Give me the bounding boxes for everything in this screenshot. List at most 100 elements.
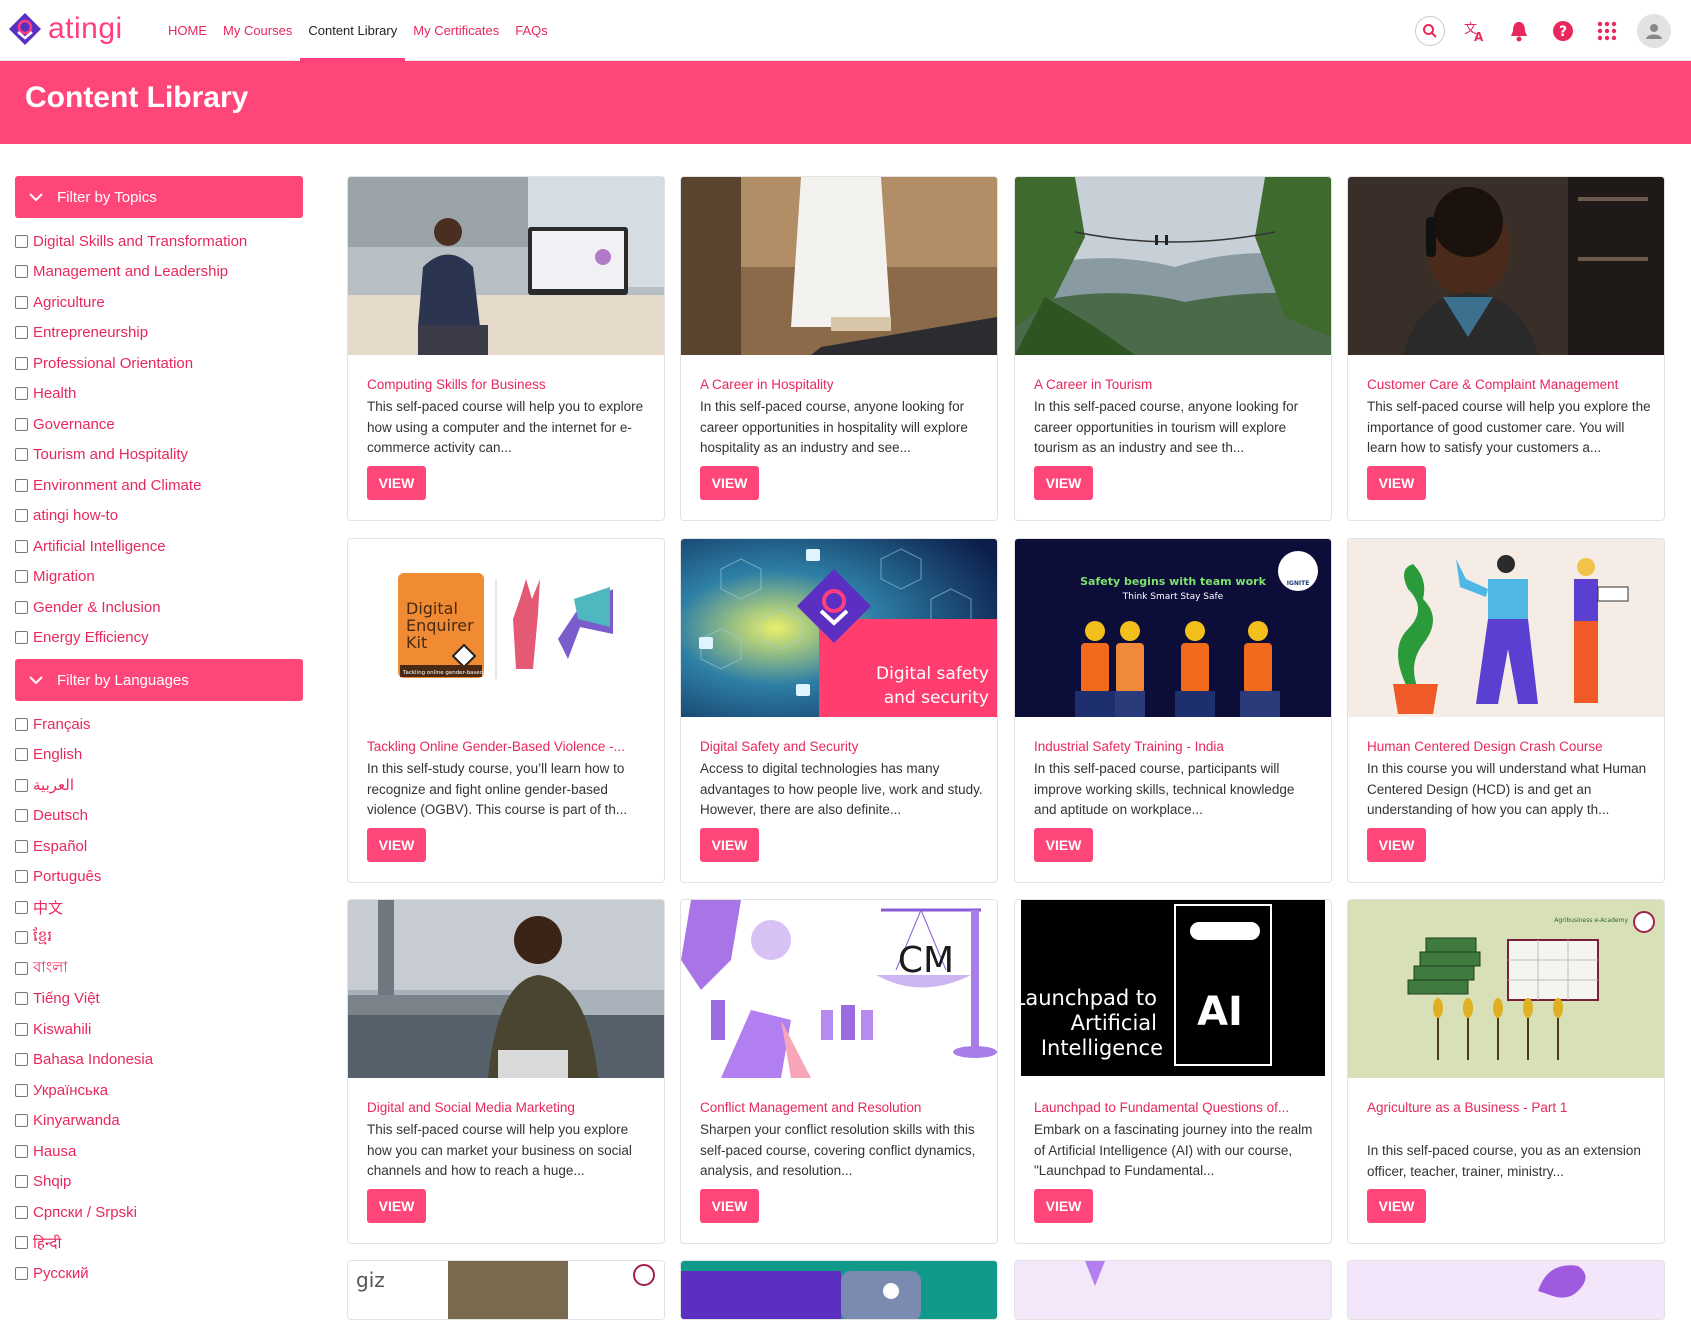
language-filter-option[interactable]: Português bbox=[15, 862, 303, 893]
language-filter-label[interactable]: हिन्दी bbox=[33, 1233, 61, 1253]
view-button[interactable]: VIEW bbox=[1367, 1189, 1426, 1223]
nav-content-library[interactable]: Content Library bbox=[300, 0, 406, 61]
language-filter-label[interactable]: Español bbox=[33, 838, 87, 855]
checkbox[interactable] bbox=[15, 448, 28, 462]
course-title[interactable]: Digital and Social Media Marketing bbox=[367, 1100, 652, 1115]
course-title[interactable]: Customer Care & Complaint Management bbox=[1367, 377, 1652, 392]
checkbox[interactable] bbox=[15, 992, 28, 1006]
language-filter-label[interactable]: ខ្មែរ bbox=[33, 927, 52, 949]
language-filter-label[interactable]: Українська bbox=[33, 1082, 108, 1099]
checkbox[interactable] bbox=[15, 931, 28, 945]
topic-filter-option[interactable]: Energy Efficiency bbox=[15, 623, 303, 654]
language-filter-label[interactable]: Kiswahili bbox=[33, 1021, 91, 1038]
checkbox[interactable] bbox=[15, 778, 28, 792]
checkbox[interactable] bbox=[15, 1266, 28, 1280]
course-thumbnail[interactable]: Safety begins with team work Think Smart… bbox=[1015, 539, 1331, 717]
filter-topics-header[interactable]: Filter by Topics bbox=[15, 176, 303, 218]
filter-languages-header[interactable]: Filter by Languages bbox=[15, 659, 303, 701]
checkbox[interactable] bbox=[15, 417, 28, 431]
course-thumbnail[interactable] bbox=[1348, 177, 1664, 355]
checkbox[interactable] bbox=[15, 839, 28, 853]
topic-filter-option[interactable]: Management and Leadership bbox=[15, 257, 303, 288]
language-filter-option[interactable]: Français bbox=[15, 709, 303, 740]
language-filter-label[interactable]: Kinyarwanda bbox=[33, 1112, 120, 1129]
language-filter-label[interactable]: 中文 bbox=[33, 897, 63, 918]
topic-filter-option[interactable]: Agriculture bbox=[15, 287, 303, 318]
topic-filter-option[interactable]: Digital Skills and Transformation bbox=[15, 226, 303, 257]
view-button[interactable]: VIEW bbox=[700, 828, 759, 862]
language-filter-option[interactable]: العربية bbox=[15, 770, 303, 801]
course-title[interactable]: Human Centered Design Crash Course bbox=[1367, 739, 1652, 754]
language-filter-option[interactable]: English bbox=[15, 740, 303, 771]
topic-filter-label[interactable]: Tourism and Hospitality bbox=[33, 446, 188, 463]
topic-filter-option[interactable]: Environment and Climate bbox=[15, 470, 303, 501]
checkbox[interactable] bbox=[15, 265, 28, 279]
course-thumbnail[interactable]: giz bbox=[348, 1261, 664, 1319]
language-filter-option[interactable]: Español bbox=[15, 831, 303, 862]
language-filter-option[interactable]: Deutsch bbox=[15, 801, 303, 832]
course-thumbnail[interactable]: CM bbox=[681, 900, 997, 1078]
topic-filter-option[interactable]: Health bbox=[15, 379, 303, 410]
checkbox[interactable] bbox=[15, 809, 28, 823]
translate-icon[interactable]: 文A bbox=[1461, 17, 1489, 45]
language-filter-label[interactable]: Русский bbox=[33, 1265, 89, 1282]
view-button[interactable]: VIEW bbox=[700, 1189, 759, 1223]
course-title[interactable]: Tackling Online Gender-Based Violence -.… bbox=[367, 739, 652, 754]
checkbox[interactable] bbox=[15, 356, 28, 370]
search-icon[interactable] bbox=[1415, 16, 1445, 46]
language-filter-label[interactable]: العربية bbox=[33, 776, 74, 794]
nav-my-certificates[interactable]: My Certificates bbox=[405, 0, 507, 61]
checkbox[interactable] bbox=[15, 1205, 28, 1219]
language-filter-label[interactable]: Bahasa Indonesia bbox=[33, 1051, 153, 1068]
course-thumbnail[interactable] bbox=[1015, 177, 1331, 355]
view-button[interactable]: VIEW bbox=[1034, 828, 1093, 862]
language-filter-label[interactable]: বাংলা bbox=[33, 956, 68, 981]
topic-filter-label[interactable]: Migration bbox=[33, 568, 95, 585]
topic-filter-option[interactable]: Entrepreneurship bbox=[15, 318, 303, 349]
checkbox[interactable] bbox=[15, 234, 28, 248]
checkbox[interactable] bbox=[15, 478, 28, 492]
topic-filter-label[interactable]: Governance bbox=[33, 416, 115, 433]
checkbox[interactable] bbox=[15, 1236, 28, 1250]
view-button[interactable]: VIEW bbox=[1034, 466, 1093, 500]
course-thumbnail[interactable]: Agribusiness e-Academy bbox=[1348, 900, 1664, 1078]
course-thumbnail[interactable] bbox=[348, 177, 664, 355]
course-title[interactable]: A Career in Tourism bbox=[1034, 377, 1319, 392]
checkbox[interactable] bbox=[15, 326, 28, 340]
checkbox[interactable] bbox=[15, 1144, 28, 1158]
view-button[interactable]: VIEW bbox=[367, 1189, 426, 1223]
topic-filter-option[interactable]: Professional Orientation bbox=[15, 348, 303, 379]
course-thumbnail[interactable]: Digital Enquirer Kit Tackling online gen… bbox=[348, 539, 664, 717]
language-filter-option[interactable]: Hausa bbox=[15, 1136, 303, 1167]
view-button[interactable]: VIEW bbox=[1034, 1189, 1093, 1223]
bell-icon[interactable] bbox=[1505, 17, 1533, 45]
checkbox[interactable] bbox=[15, 1022, 28, 1036]
atingi-logo[interactable]: atingi bbox=[8, 12, 123, 46]
course-thumbnail[interactable]: Launchpad to Artificial Intelligence AI bbox=[1015, 900, 1331, 1078]
nav-faqs[interactable]: FAQs bbox=[507, 0, 556, 61]
topic-filter-option[interactable]: atingi how-to bbox=[15, 501, 303, 532]
checkbox[interactable] bbox=[15, 295, 28, 309]
course-thumbnail[interactable] bbox=[681, 177, 997, 355]
language-filter-label[interactable]: Hausa bbox=[33, 1143, 76, 1160]
checkbox[interactable] bbox=[15, 387, 28, 401]
checkbox[interactable] bbox=[15, 717, 28, 731]
course-thumbnail[interactable] bbox=[348, 900, 664, 1078]
nav-my-courses[interactable]: My Courses bbox=[215, 0, 300, 61]
topic-filter-label[interactable]: Entrepreneurship bbox=[33, 324, 148, 341]
course-thumbnail[interactable]: Digital safety and security bbox=[681, 539, 997, 717]
course-title[interactable]: Industrial Safety Training - India bbox=[1034, 739, 1319, 754]
language-filter-label[interactable]: Português bbox=[33, 868, 101, 885]
course-title[interactable]: Conflict Management and Resolution bbox=[700, 1100, 985, 1115]
help-icon[interactable]: ? bbox=[1549, 17, 1577, 45]
language-filter-option[interactable]: বাংলা bbox=[15, 953, 303, 984]
language-filter-option[interactable]: Српски / Srpski bbox=[15, 1197, 303, 1228]
view-button[interactable]: VIEW bbox=[700, 466, 759, 500]
language-filter-label[interactable]: Deutsch bbox=[33, 807, 88, 824]
topic-filter-label[interactable]: Agriculture bbox=[33, 294, 105, 311]
checkbox[interactable] bbox=[15, 539, 28, 553]
course-title[interactable]: Launchpad to Fundamental Questions of... bbox=[1034, 1100, 1319, 1115]
language-filter-option[interactable]: Shqip bbox=[15, 1167, 303, 1198]
checkbox[interactable] bbox=[15, 870, 28, 884]
language-filter-option[interactable]: Tiếng Việt bbox=[15, 984, 303, 1015]
